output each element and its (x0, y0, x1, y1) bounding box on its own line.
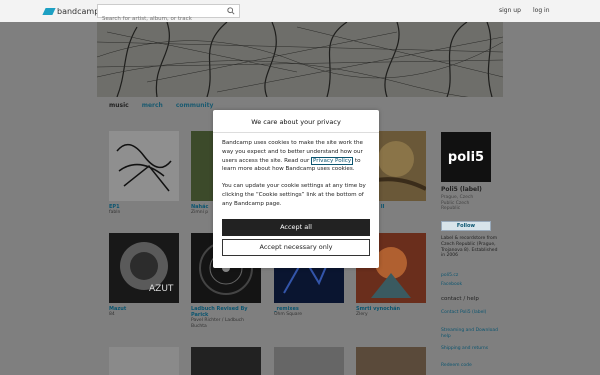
album-cover[interactable]: AZUT (109, 233, 179, 303)
album-artist[interactable]: Zlery (356, 312, 426, 318)
accept-all-button[interactable]: Accept all (222, 219, 370, 236)
cookie-dialog: We care about your privacy Bandcamp uses… (213, 110, 379, 268)
tab-community[interactable]: community (176, 102, 214, 109)
album-cover[interactable] (109, 347, 179, 375)
search-icon[interactable] (227, 7, 235, 15)
logo-text: bandcamp (57, 6, 100, 16)
cookie-text-1: Bandcamp uses cookies to make the site w… (222, 139, 372, 174)
header-banner-image (97, 22, 503, 97)
label-bio: Label & recordstore from Czech Republic … (441, 236, 498, 259)
svg-text:AZUT: AZUT (149, 284, 174, 294)
download-help-link[interactable]: Streaming and Download help (441, 328, 501, 340)
album-title[interactable]: Ladbuch Revised By Parick (191, 306, 261, 318)
shipping-link[interactable]: Shipping and returns (441, 346, 501, 352)
album-artist[interactable]: Pavel Richter / Ladbuch Buchta (191, 318, 261, 329)
top-bar: bandcamp sign up log in (0, 0, 600, 25)
cookie-text-2: You can update your cookie settings at a… (222, 183, 366, 207)
label-location-line: Prague, Czech (441, 195, 474, 200)
label-name[interactable]: Poli5 (label) (441, 186, 482, 193)
album-cover[interactable] (191, 347, 261, 375)
contact-heading: contact / help (441, 296, 479, 302)
login-link[interactable]: log in (533, 7, 550, 14)
search-box[interactable] (97, 4, 240, 25)
label-logo[interactable]: poli5 (441, 132, 491, 182)
tab-merch[interactable]: merch (142, 102, 163, 109)
album-item[interactable]: AZUT Mazut 84 (109, 233, 179, 318)
album-cover[interactable] (356, 347, 426, 375)
divider (213, 132, 379, 133)
album-artist[interactable]: 84 (109, 312, 179, 318)
album-cover[interactable] (274, 347, 344, 375)
signup-link[interactable]: sign up (499, 7, 521, 14)
privacy-policy-link[interactable]: Privacy Policy (311, 156, 354, 165)
website-link[interactable]: poli5.cz (441, 273, 501, 279)
label-location: Prague, Czech Public Czech Republic (441, 195, 473, 212)
album-cover[interactable] (109, 131, 179, 201)
label-tabs: music merch community (109, 102, 213, 109)
contact-link[interactable]: Contact Poli5 (label) (441, 310, 501, 316)
tab-music[interactable]: music (109, 102, 129, 109)
bandcamp-logo-icon (42, 7, 56, 15)
label-location-line: Republic (441, 206, 461, 211)
cookie-dialog-title: We care about your privacy (251, 118, 341, 126)
redeem-code-link[interactable]: Redeem code (441, 363, 501, 369)
album-item[interactable]: EP1 fabln (109, 131, 179, 216)
album-artist[interactable]: fabln (109, 210, 179, 216)
accept-necessary-button[interactable]: Accept necessary only (222, 239, 370, 256)
bandcamp-logo[interactable]: bandcamp (42, 6, 100, 16)
album-artist[interactable]: Ohm Square (274, 312, 344, 318)
follow-button[interactable]: Follow (441, 221, 491, 231)
facebook-link[interactable]: Facebook (441, 282, 501, 288)
